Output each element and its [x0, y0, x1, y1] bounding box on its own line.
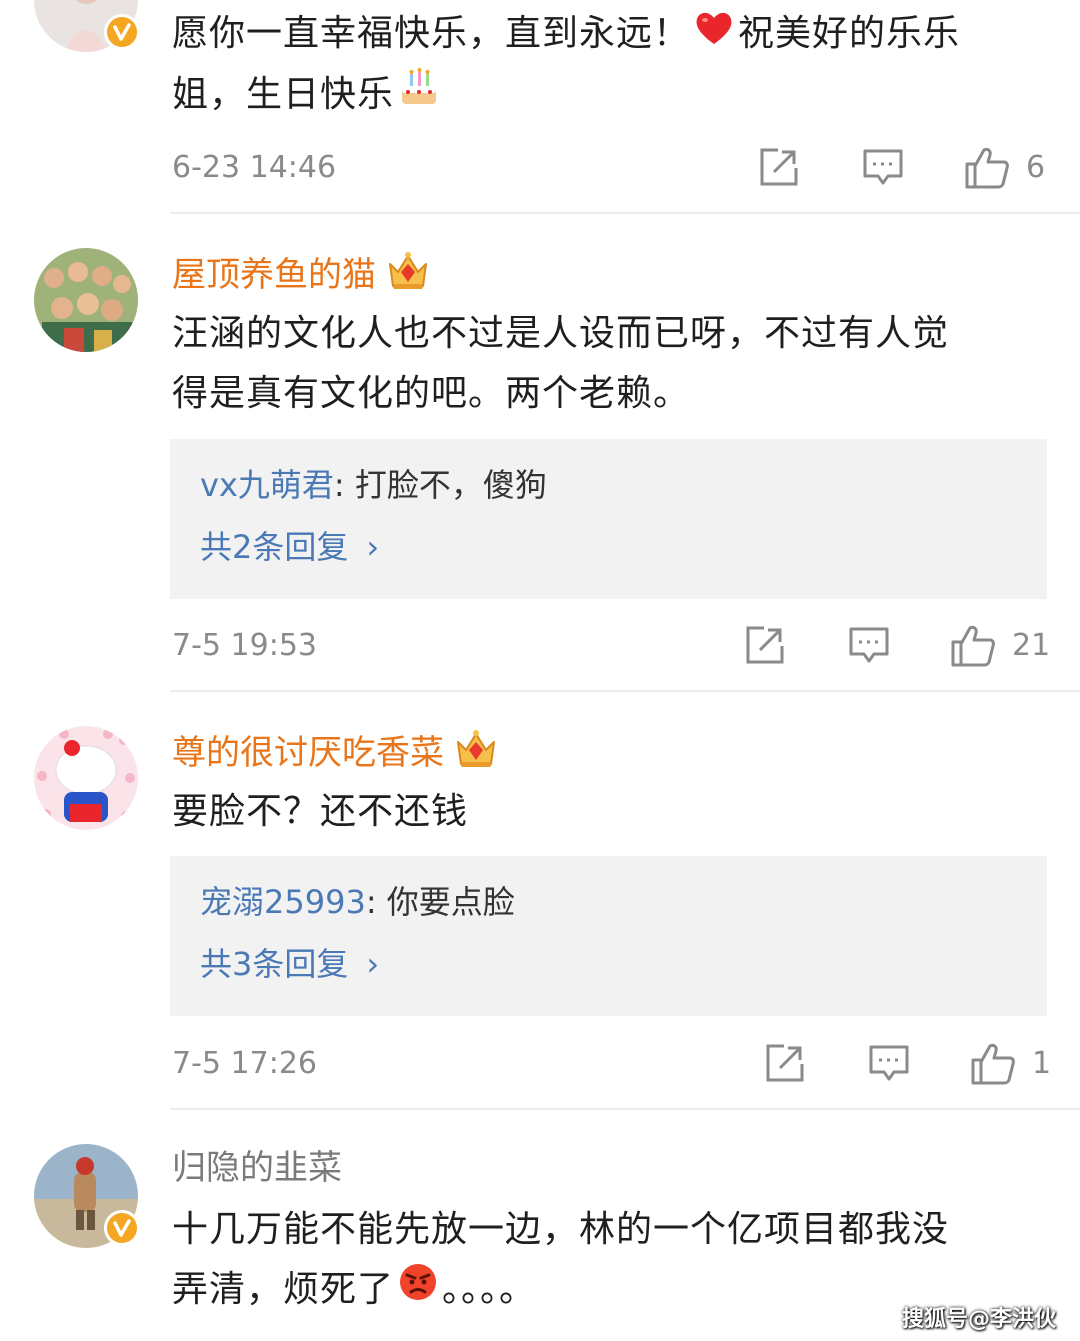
comment-text: 汪涵的文化人也不过是人设而已呀，不过有人觉 得是真有文化的吧。两个老赖。: [172, 313, 950, 414]
divider: [170, 212, 1080, 214]
avatar[interactable]: [34, 248, 138, 352]
like-count: 21: [1012, 628, 1051, 663]
comment-text: 要脸不？还不还钱: [172, 791, 469, 832]
comment-icon[interactable]: [862, 146, 904, 188]
share-icon[interactable]: [758, 146, 800, 188]
watermark: 搜狐号@李洪伙: [901, 1307, 1056, 1332]
action-bar: 21: [0, 624, 1080, 668]
share-icon[interactable]: [764, 1042, 806, 1084]
reply-preview[interactable]: 宠溺25993: 你要点脸 共3条回复 ›: [170, 856, 1047, 1016]
username[interactable]: 归隐的韭菜: [172, 1146, 342, 1190]
chevron-right-icon: ›: [366, 528, 380, 566]
reply-line: 宠溺25993: 你要点脸: [200, 880, 515, 924]
divider: [170, 690, 1080, 692]
chevron-right-icon: ›: [366, 945, 380, 983]
verified-icon: [104, 14, 140, 50]
crown-icon: [386, 250, 430, 303]
reply-text: : 打脸不，傻狗: [333, 466, 547, 504]
avatar[interactable]: [34, 1144, 140, 1248]
crown-icon: [454, 728, 498, 781]
view-replies-link[interactable]: 共3条回复 ›: [200, 942, 379, 986]
reply-username[interactable]: vx九萌君: [200, 466, 334, 504]
like-icon[interactable]: [950, 624, 996, 668]
cake-emoji: [398, 66, 440, 127]
verified-icon: [104, 1210, 140, 1246]
like-count: 6: [1026, 150, 1046, 185]
reply-line: vx九萌君: 打脸不，傻狗: [200, 463, 547, 507]
divider: [170, 1108, 1080, 1110]
action-bar: 6: [0, 146, 1080, 190]
angry-emoji: [398, 1261, 438, 1321]
like-icon[interactable]: [970, 1042, 1016, 1086]
comment-icon[interactable]: [868, 1042, 910, 1084]
view-replies-link[interactable]: 共2条回复 ›: [200, 525, 379, 569]
action-bar: 1: [0, 1042, 1080, 1086]
reply-preview[interactable]: vx九萌君: 打脸不，傻狗 共2条回复 ›: [170, 439, 1047, 599]
heart-emoji: [694, 5, 734, 65]
username[interactable]: 屋顶养鱼的猫: [172, 250, 430, 303]
avatar[interactable]: [34, 0, 140, 52]
reply-username[interactable]: 宠溺25993: [200, 883, 366, 921]
like-count: 1: [1032, 1046, 1052, 1081]
share-icon[interactable]: [744, 624, 786, 666]
avatar[interactable]: [34, 726, 138, 830]
username[interactable]: 尊的很讨厌吃香菜: [172, 728, 498, 781]
reply-text: : 你要点脸: [365, 883, 515, 921]
comment-text: 愿你一直幸福快乐，直到永远！ 祝美好的乐乐 姐，生日快乐: [172, 4, 1052, 127]
like-icon[interactable]: [964, 146, 1010, 190]
comment-icon[interactable]: [848, 624, 890, 666]
